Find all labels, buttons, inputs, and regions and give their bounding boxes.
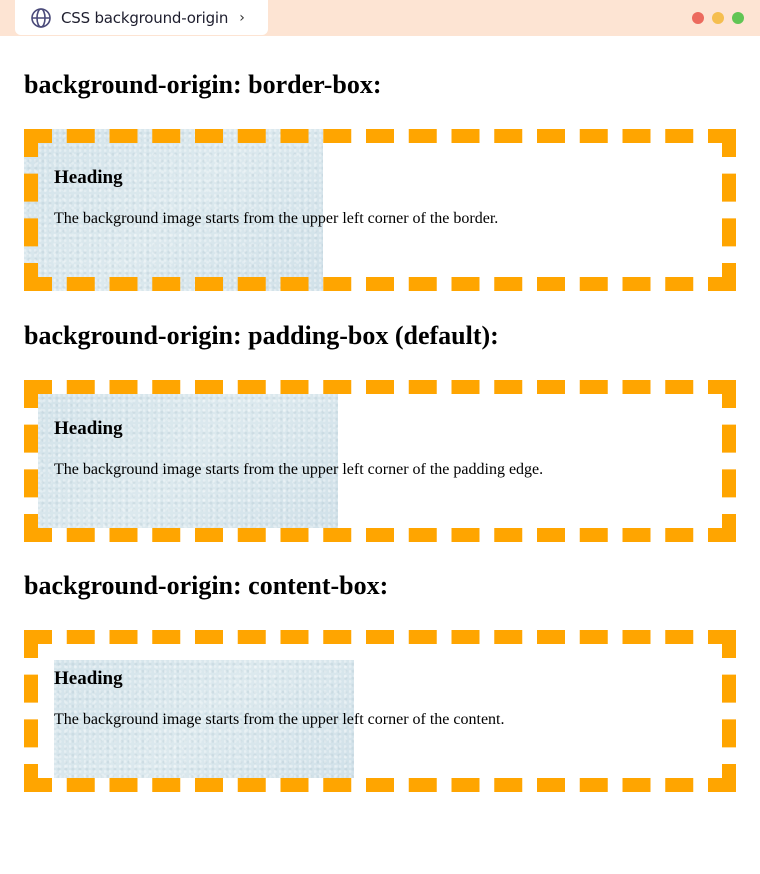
demo-box-border-box: Heading The background image starts from… [24,129,736,291]
maximize-window-button[interactable] [732,12,744,24]
chevron-right-icon[interactable]: › [239,10,245,26]
section-title-border-box: background-origin: border-box: [24,70,382,99]
box-heading: Heading [54,418,123,439]
box-heading: Heading [54,668,123,689]
window-controls [692,12,744,24]
demo-box-content-box: Heading The background image starts from… [24,630,736,792]
section-title-content-box: background-origin: content-box: [24,571,389,600]
demo-box-padding-box: Heading The background image starts from… [24,380,736,542]
minimize-window-button[interactable] [712,12,724,24]
globe-icon [30,7,52,29]
box-text: The background image starts from the upp… [54,711,505,728]
tab-title: CSS background-origin [61,8,229,27]
close-window-button[interactable] [692,12,704,24]
box-heading: Heading [54,167,123,188]
browser-tab-bar: CSS background-origin › [0,0,760,36]
browser-tab[interactable]: CSS background-origin › [15,0,268,35]
box-text: The background image starts from the upp… [54,461,544,478]
section-title-padding-box: background-origin: padding-box (default)… [24,321,499,350]
box-text: The background image starts from the upp… [54,210,499,227]
